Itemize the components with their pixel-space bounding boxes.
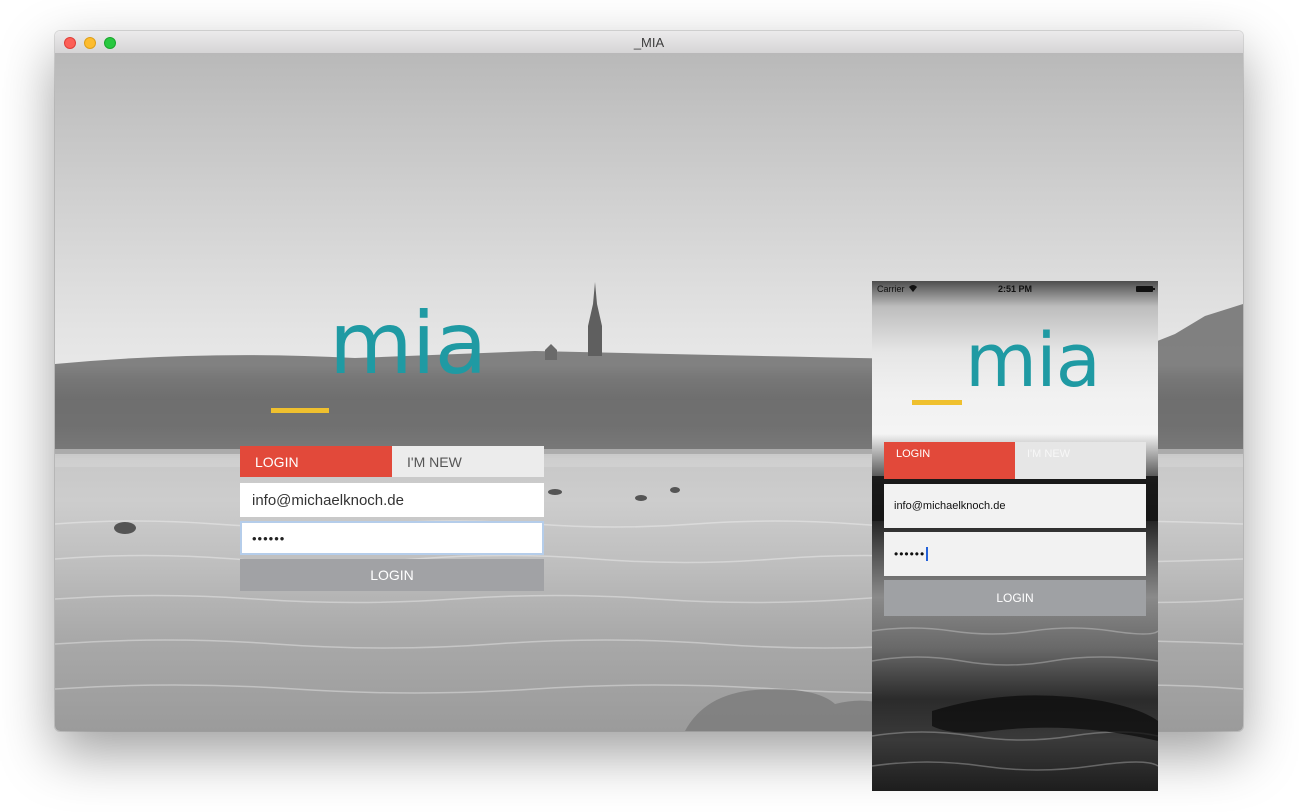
text-caret [926,547,929,561]
password-field[interactable]: •••••• [240,521,544,555]
password-mask: •••••• [252,530,286,546]
screenshot-stage: _MIA mia LOGIN I'M NEW info@michaelknoch… [0,0,1299,812]
tab-login[interactable]: LOGIN [240,446,392,477]
battery-icon [1136,286,1155,292]
brand-logo: mia [329,294,487,394]
phone-login-button[interactable]: LOGIN [884,580,1146,616]
tab-im-new[interactable]: I'M NEW [392,446,544,477]
phone-logo-underscore [912,400,962,405]
phone-password-field[interactable]: •••••• [884,532,1146,576]
phone-brand-logo: mia [965,318,1101,404]
status-time: 2:51 PM [997,284,1032,294]
phone-tab-login[interactable]: LOGIN [884,442,1015,479]
phone-screen: Carrier 2:51 PM mia LOGIN I'M NEW info@m… [872,281,1158,791]
phone-auth-tabs: LOGIN I'M NEW [884,442,1146,479]
login-form: LOGIN I'M NEW info@michaelknoch.de •••••… [240,446,544,591]
window-title: _MIA [633,35,665,50]
phone-tab-im-new[interactable]: I'M NEW [1015,442,1146,479]
phone-password-mask: •••••• [894,547,926,561]
logo-underscore [271,408,329,413]
phone-login-form: LOGIN I'M NEW info@michaelknoch.de •••••… [884,442,1146,616]
login-button[interactable]: LOGIN [240,559,544,591]
ios-status-bar: Carrier 2:51 PM [872,281,1158,297]
auth-tabs: LOGIN I'M NEW [240,446,544,477]
email-field[interactable]: info@michaelknoch.de [240,483,544,517]
phone-email-field[interactable]: info@michaelknoch.de [884,484,1146,528]
window-titlebar[interactable]: _MIA [55,31,1243,54]
